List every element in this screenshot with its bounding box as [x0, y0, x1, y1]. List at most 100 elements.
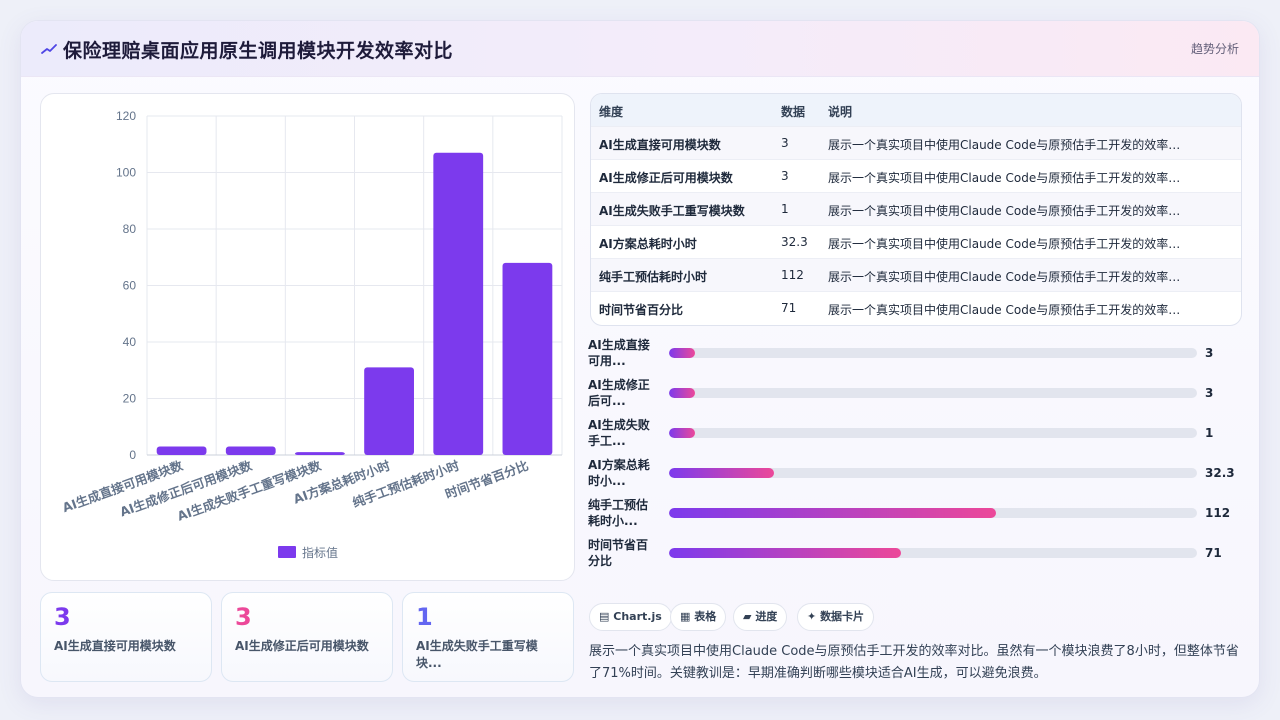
- table-row: AI生成直接可用模块数 3 展示一个真实项目中使用Claude Code与原预估…: [591, 127, 1241, 160]
- table-header-description: 说明: [828, 105, 853, 119]
- progress-track: [669, 388, 1197, 398]
- progress-value: 3: [1205, 346, 1214, 360]
- progress-row: 时间节省百分比 71: [588, 535, 1244, 575]
- legend-label: 指标值: [302, 545, 338, 560]
- stat-card: 3 AI生成直接可用模块数: [40, 592, 212, 682]
- table-cell-dimension: AI生成直接可用模块数: [599, 138, 721, 152]
- progress-row: AI生成直接可用... 3: [588, 335, 1244, 375]
- progress-value: 112: [1205, 506, 1231, 520]
- sparkle-icon: ✦: [807, 610, 817, 623]
- progress-track: [669, 548, 1197, 558]
- table-row: AI生成失败手工重写模块数 1 展示一个真实项目中使用Claude Code与原…: [591, 193, 1241, 226]
- bar: [225, 446, 276, 455]
- progress-track: [669, 428, 1197, 438]
- table-cell-description: 展示一个真实项目中使用Claude Code与原预估手工开发的效率对...: [828, 303, 1188, 317]
- table-cell-description: 展示一个真实项目中使用Claude Code与原预估手工开发的效率对...: [828, 270, 1188, 284]
- progress-fill: [669, 428, 696, 438]
- stat-label: AI生成直接可用模块数: [54, 639, 176, 653]
- y-tick-label: 120: [116, 109, 136, 123]
- table-row: AI生成修正后可用模块数 3 展示一个真实项目中使用Claude Code与原预…: [591, 160, 1241, 193]
- bar: [364, 367, 414, 455]
- table-cell-data: 32.3: [781, 235, 808, 249]
- progress-row: AI生成修正后可... 3: [588, 375, 1244, 415]
- y-tick-label: 20: [123, 392, 137, 406]
- page-title: 保险理赔桌面应用原生调用模块开发效率对比: [63, 40, 454, 62]
- stat-label: AI生成失败手工重写模块...: [416, 639, 538, 670]
- progress-track: [669, 468, 1197, 478]
- stat-number: 3: [235, 603, 252, 631]
- chip-chartjs[interactable]: ▤ Chart.js: [589, 603, 672, 631]
- chip-label: 进度: [755, 610, 778, 623]
- data-table: 维度 数据 说明 AI生成直接可用模块数 3 展示一个真实项目中使用Claude…: [590, 93, 1242, 326]
- y-tick-label: 80: [123, 222, 137, 236]
- header: 保险理赔桌面应用原生调用模块开发效率对比 趋势分析: [21, 21, 1259, 77]
- chip-label: 表格: [694, 610, 717, 623]
- progress-track: [669, 508, 1197, 518]
- progress-fill: [669, 508, 997, 518]
- y-tick-label: 0: [129, 448, 136, 462]
- progress-value: 32.3: [1205, 466, 1235, 480]
- table-cell-description: 展示一个真实项目中使用Claude Code与原预估手工开发的效率对...: [828, 138, 1188, 152]
- progress-fill: [669, 548, 902, 558]
- progress-list: AI生成直接可用... 3 AI生成修正后可... 3 AI生成失败手工... …: [588, 335, 1244, 575]
- table-cell-dimension: AI生成修正后可用模块数: [599, 171, 733, 185]
- chart-icon: ▤: [599, 610, 610, 623]
- table-row: AI方案总耗时小时 32.3 展示一个真实项目中使用Claude Code与原预…: [591, 226, 1241, 259]
- stat-label: AI生成修正后可用模块数: [235, 639, 369, 653]
- bar: [156, 446, 207, 455]
- table-cell-dimension: AI方案总耗时小时: [599, 237, 697, 251]
- table-row: 纯手工预估耗时小时 112 展示一个真实项目中使用Claude Code与原预估…: [591, 259, 1241, 292]
- table-row: 时间节省百分比 71 展示一个真实项目中使用Claude Code与原预估手工开…: [591, 292, 1241, 325]
- table-cell-description: 展示一个真实项目中使用Claude Code与原预估手工开发的效率对...: [828, 171, 1188, 185]
- progress-label: AI生成修正后可...: [588, 378, 650, 408]
- chip-table[interactable]: ▦ 表格: [670, 603, 727, 631]
- bar: [502, 262, 553, 455]
- stat-card: 1 AI生成失败手工重写模块...: [402, 592, 574, 682]
- progress-label: AI生成直接可用...: [588, 338, 650, 368]
- progress-value: 1: [1205, 426, 1214, 440]
- stat-number: 3: [54, 603, 71, 631]
- table-cell-description: 展示一个真实项目中使用Claude Code与原预估手工开发的效率对...: [828, 237, 1188, 251]
- chip-label: Chart.js: [613, 610, 662, 623]
- table-cell-data: 112: [781, 268, 804, 282]
- progress-fill: [669, 388, 696, 398]
- progress-value: 3: [1205, 386, 1214, 400]
- chip-progress[interactable]: ▰ 进度: [733, 603, 788, 631]
- stat-card: 3 AI生成修正后可用模块数: [221, 592, 393, 682]
- table-header-row: 维度 数据 说明: [591, 94, 1241, 127]
- progress-label: AI生成失败手工...: [588, 418, 650, 448]
- table-cell-data: 1: [781, 202, 789, 216]
- table-cell-description: 展示一个真实项目中使用Claude Code与原预估手工开发的效率对...: [828, 204, 1188, 218]
- bar-chart-card: 0 20 40 60 80 100 120 AI生成直接可用模块数 AI生成修正后可用模块数 AI…: [40, 93, 575, 581]
- table-cell-dimension: AI生成失败手工重写模块数: [599, 204, 745, 218]
- y-tick-label: 40: [123, 335, 137, 349]
- table-icon: ▦: [680, 610, 691, 623]
- legend-swatch: [278, 546, 296, 558]
- progress-fill: [669, 468, 774, 478]
- table-cell-dimension: 时间节省百分比: [599, 303, 684, 317]
- bar-chart: 020406080100120AI生成直接可用模块数AI生成修正后可用模块数AI…: [60, 109, 563, 560]
- progress-value: 71: [1205, 546, 1222, 560]
- progress-icon: ▰: [743, 610, 752, 623]
- progress-label: 纯手工预估耗时小...: [588, 498, 649, 528]
- table-header-dimension: 维度: [599, 105, 624, 119]
- progress-row: 纯手工预估耗时小... 112: [588, 495, 1244, 535]
- chip-data-cards[interactable]: ✦ 数据卡片: [797, 603, 875, 631]
- table-cell-data: 3: [781, 169, 789, 183]
- progress-label: AI方案总耗时小...: [588, 458, 650, 488]
- bar: [295, 452, 345, 455]
- stat-number: 1: [416, 603, 433, 631]
- progress-label: 时间节省百分比: [588, 538, 649, 568]
- table-cell-dimension: 纯手工预估耗时小时: [599, 270, 708, 284]
- trend-icon: [41, 44, 57, 54]
- chip-label: 数据卡片: [820, 610, 865, 623]
- progress-row: AI方案总耗时小... 32.3: [588, 455, 1244, 495]
- progress-track: [669, 348, 1197, 358]
- y-tick-label: 100: [116, 166, 136, 180]
- trend-analysis-label[interactable]: 趋势分析: [1191, 40, 1239, 57]
- bar: [433, 152, 484, 455]
- summary-text: 展示一个真实项目中使用Claude Code与原预估手工开发的效率对比。虽然有一…: [589, 644, 1239, 681]
- dashboard-frame: 保险理赔桌面应用原生调用模块开发效率对比 趋势分析 0 20 40 60 80 100 12…: [20, 20, 1260, 698]
- table-cell-data: 71: [781, 301, 797, 315]
- table-header-data: 数据: [781, 105, 806, 119]
